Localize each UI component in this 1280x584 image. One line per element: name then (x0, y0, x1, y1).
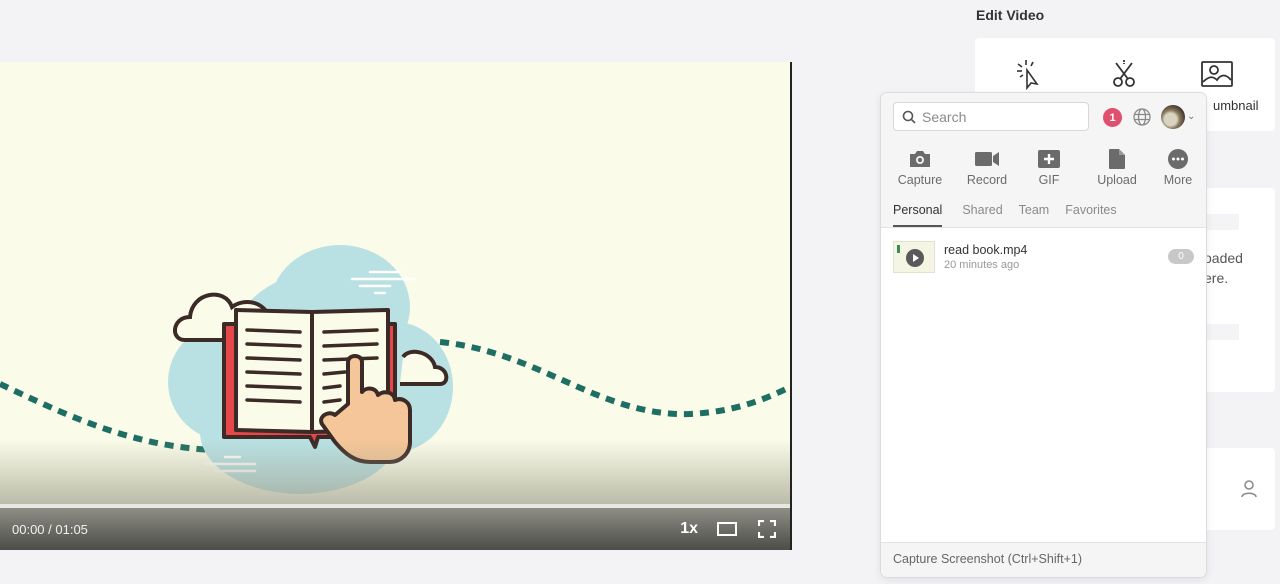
avatar[interactable] (1161, 105, 1185, 129)
globe-icon[interactable] (1132, 107, 1152, 127)
upload-label: Upload (1097, 173, 1137, 187)
theater-mode-icon[interactable] (716, 520, 738, 538)
tab-favorites[interactable]: Favorites (1065, 203, 1116, 227)
capture-popup: 1 ⌄ Capture Record (880, 92, 1207, 578)
capture-label: Capture (897, 173, 943, 187)
capture-actions: Capture Record GIF Upload More (881, 149, 1206, 187)
list-item[interactable]: read book.mp4 20 minutes ago 0 (881, 233, 1206, 281)
info-text-line1: oaded (1204, 250, 1243, 266)
file-info: read book.mp4 20 minutes ago (944, 243, 1027, 271)
thumbnail-mark (897, 245, 900, 253)
more-dots-icon (1168, 149, 1188, 169)
popup-header: 1 ⌄ Capture Record (881, 93, 1206, 228)
info-text-line2: ere. (1204, 270, 1229, 286)
time-display: 00:00 / 01:05 (12, 521, 88, 537)
search-box[interactable] (893, 102, 1089, 131)
library-tabs: Personal Shared Team Favorites (893, 203, 1117, 227)
file-timestamp: 20 minutes ago (944, 259, 1020, 271)
playback-speed-button[interactable]: 1x (680, 520, 698, 538)
scissors-icon[interactable] (1104, 54, 1144, 94)
more-button[interactable]: More (1155, 149, 1201, 187)
tab-shared[interactable]: Shared (962, 203, 1002, 227)
notification-badge[interactable]: 1 (1103, 108, 1122, 127)
view-count-badge: 0 (1168, 249, 1194, 264)
video-thumbnail (893, 241, 935, 273)
fullscreen-icon[interactable] (756, 520, 778, 538)
skeleton-bar (1203, 214, 1239, 230)
video-camera-icon (974, 149, 1000, 169)
dashed-path-right (439, 339, 790, 418)
image-icon[interactable] (1197, 54, 1237, 94)
thumbnail-label: umbnail (1213, 98, 1259, 113)
capture-screenshot-footer[interactable]: Capture Screenshot (Ctrl+Shift+1) (881, 542, 1206, 577)
person-icon[interactable] (1241, 480, 1257, 503)
click-cursor-icon[interactable] (1010, 54, 1050, 94)
gif-label: GIF (1038, 173, 1060, 187)
chevron-down-icon[interactable]: ⌄ (1187, 111, 1195, 122)
video-controls: 00:00 / 01:05 1x (0, 508, 790, 550)
file-icon (1109, 149, 1125, 169)
video-player[interactable]: 00:00 / 01:05 1x (0, 62, 792, 550)
tab-personal[interactable]: Personal (893, 203, 943, 227)
skeleton-bar (1203, 324, 1239, 340)
record-button[interactable]: Record (961, 149, 1013, 187)
search-input[interactable] (922, 108, 1082, 125)
gif-plus-icon (1038, 149, 1060, 169)
play-icon (906, 249, 924, 267)
record-label: Record (966, 173, 1008, 187)
edit-video-title: Edit Video (976, 7, 1045, 23)
tab-team[interactable]: Team (1019, 203, 1050, 227)
capture-button[interactable]: Capture (881, 149, 959, 187)
file-name: read book.mp4 (944, 243, 1028, 257)
camera-icon (908, 149, 932, 169)
search-icon (902, 110, 916, 124)
upload-button[interactable]: Upload (1087, 149, 1147, 187)
gif-button[interactable]: GIF (1023, 149, 1075, 187)
more-label: More (1163, 173, 1193, 187)
